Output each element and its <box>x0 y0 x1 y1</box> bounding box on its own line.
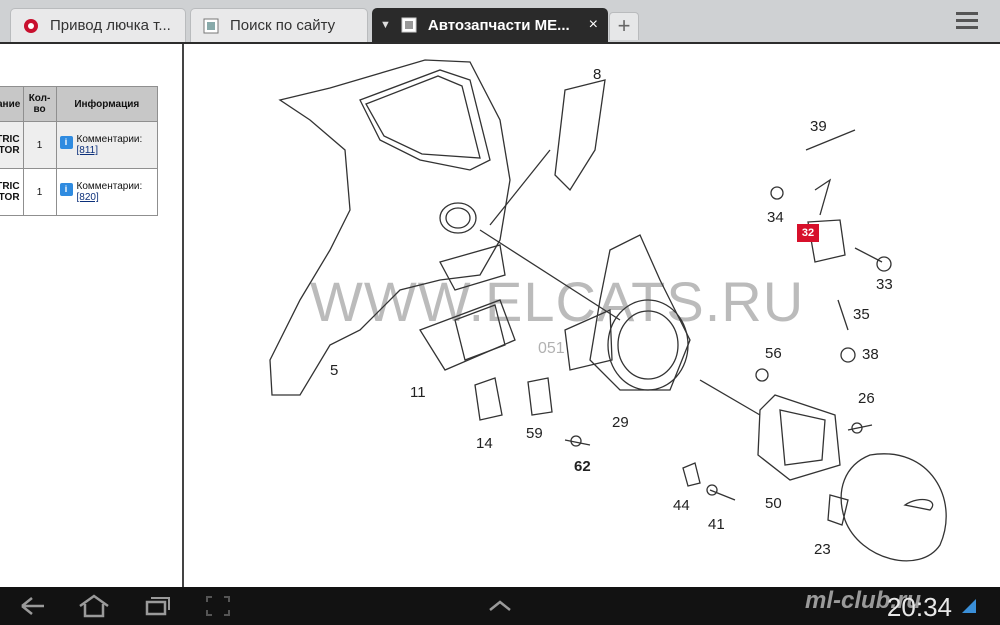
table-row: TRIC TOR 1 i Комментарии: [811] <box>0 121 159 169</box>
browser-tab-bar: Привод лючка т... Поиск по сайту ▼ Автоз… <box>0 0 1000 44</box>
info-icon: i <box>59 183 73 196</box>
part-label[interactable]: 35 <box>853 306 870 323</box>
part-label[interactable]: 26 <box>858 390 875 407</box>
screenshot-icon[interactable] <box>204 594 232 618</box>
tab-title: Привод лючка т... <box>50 17 171 34</box>
part-qty: 1 <box>22 168 57 216</box>
part-label[interactable]: 23 <box>814 541 831 558</box>
part-name: TRIC TOR <box>0 168 24 216</box>
quarter-panel-drawing <box>269 59 511 396</box>
part-label[interactable]: 38 <box>862 346 879 363</box>
part-label[interactable]: 62 <box>574 458 591 475</box>
parts-table: оп. ание Кол- во Информация TRIC TOR 1 i… <box>0 86 159 216</box>
part-label[interactable]: 11 <box>410 384 426 401</box>
page-favicon-icon <box>401 17 417 33</box>
status-clock: 20:34 <box>886 592 952 622</box>
tab-title: Автозапчасти МЕ... <box>427 16 570 34</box>
part-14-drawing <box>474 377 503 421</box>
site-favicon-icon <box>24 18 38 33</box>
part-label[interactable]: 29 <box>612 414 629 431</box>
part-label[interactable]: 59 <box>526 425 543 442</box>
chevron-up-icon[interactable] <box>486 594 514 618</box>
comment-link[interactable]: [820] <box>77 192 99 203</box>
page-content: оп. ание Кол- во Информация TRIC TOR 1 i… <box>0 44 1000 587</box>
catalog-code: 051 <box>538 340 565 357</box>
part-qty: 1 <box>22 121 57 169</box>
part-label[interactable]: 39 <box>810 118 827 135</box>
part-label[interactable]: 44 <box>673 497 690 514</box>
signal-icon <box>962 599 976 613</box>
part-label[interactable]: 41 <box>708 516 725 533</box>
info-icon: i <box>59 136 73 149</box>
new-tab-button[interactable]: + <box>609 12 639 40</box>
menu-icon[interactable] <box>956 12 978 30</box>
table-row: TRIC TOR 1 i Комментарии: [820] <box>0 168 159 216</box>
col-header-name: оп. ание <box>0 86 24 122</box>
part-23-drawing <box>840 453 947 562</box>
col-header-info: Информация <box>55 86 159 122</box>
part-label[interactable]: 56 <box>765 345 782 362</box>
elcats-watermark: WWW.ELCATS.RU <box>310 270 805 333</box>
android-nav-bar: ml-club.ru 20:34 <box>0 587 1000 625</box>
part-8-drawing <box>554 79 606 192</box>
tab-search-site[interactable]: Поиск по сайту <box>190 8 368 42</box>
part-50-drawing <box>757 394 841 481</box>
tab-avtozapchasti[interactable]: ▼ Автозапчасти МЕ... × <box>372 8 608 42</box>
part-label[interactable]: 5 <box>330 362 338 379</box>
tab-title: Поиск по сайту <box>230 17 336 34</box>
page-favicon-icon <box>203 18 219 33</box>
part-label[interactable]: 33 <box>876 276 893 293</box>
parts-list-pane: оп. ание Кол- во Информация TRIC TOR 1 i… <box>0 44 184 587</box>
part-label[interactable]: 14 <box>476 435 493 452</box>
comment-link[interactable]: [811] <box>77 145 99 156</box>
tab-privod-lyuchka[interactable]: Привод лючка т... <box>10 8 186 42</box>
recent-apps-icon[interactable] <box>143 594 171 618</box>
info-label: Комментарии: <box>76 134 143 145</box>
highlighted-part-badge[interactable]: 32 <box>797 224 819 242</box>
part-label[interactable]: 34 <box>767 209 784 226</box>
part-name: TRIC TOR <box>0 121 24 169</box>
part-label[interactable]: 8 <box>593 66 601 83</box>
col-header-qty: Кол- во <box>22 86 57 122</box>
part-59-drawing <box>527 377 553 416</box>
back-icon[interactable] <box>18 594 46 618</box>
tab-dropdown-icon[interactable]: ▼ <box>380 19 391 31</box>
part-info: i Комментарии: [820] <box>55 168 159 216</box>
info-label: Комментарии: <box>76 181 143 192</box>
tab-close-icon[interactable]: × <box>589 16 598 34</box>
home-icon[interactable] <box>78 594 110 618</box>
part-label[interactable]: 50 <box>765 495 782 512</box>
part-info: i Комментарии: [811] <box>55 121 159 169</box>
